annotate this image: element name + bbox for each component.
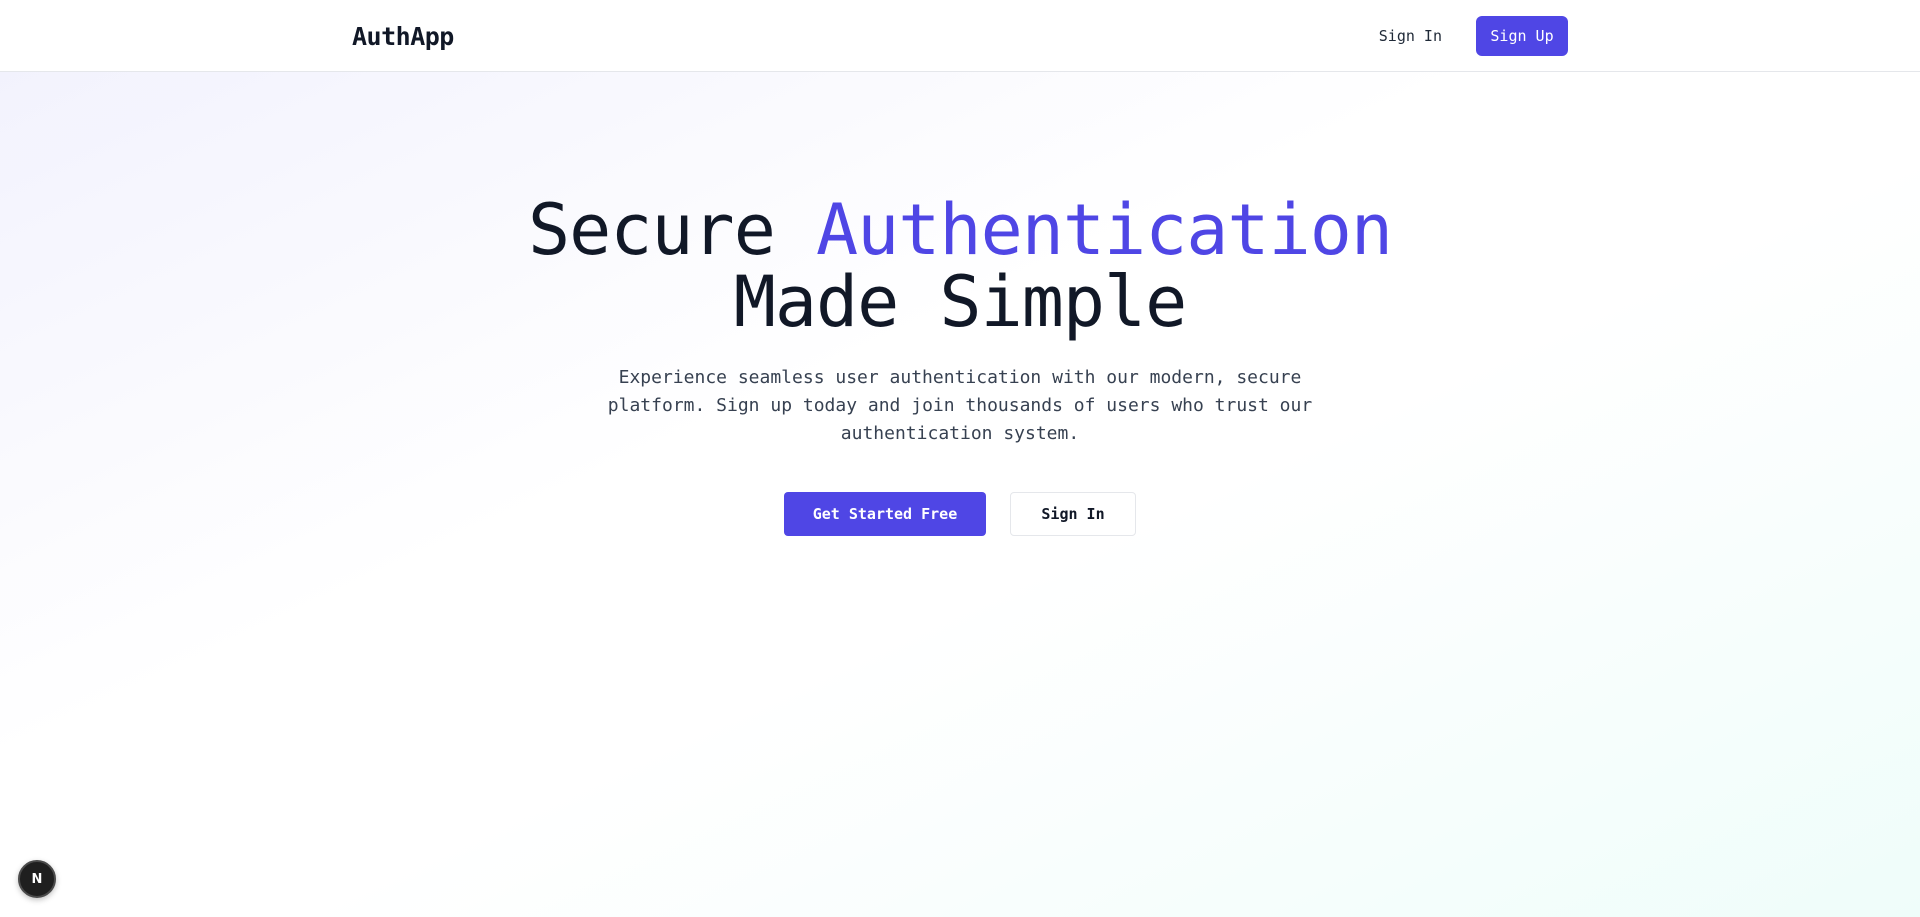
- hero-actions: Get Started Free Sign In: [0, 492, 1920, 536]
- nextjs-icon[interactable]: N: [18, 860, 56, 898]
- hero-title-part2: Made Simple: [733, 261, 1188, 343]
- hero-title-part1: Secure: [527, 189, 816, 271]
- nav-actions: Sign In Sign Up: [1363, 16, 1568, 56]
- dev-badge-letter: N: [31, 871, 43, 887]
- hero-section: Secure Authentication Made Simple Experi…: [0, 72, 1920, 536]
- navbar-inner: AuthApp Sign In Sign Up: [352, 0, 1568, 72]
- logo[interactable]: AuthApp: [352, 22, 454, 51]
- hero-subtitle: Experience seamless user authentication …: [607, 367, 1313, 444]
- get-started-button[interactable]: Get Started Free: [784, 492, 986, 536]
- hero-title-accent: Authentication: [816, 189, 1393, 271]
- hero-signin-button[interactable]: Sign In: [1010, 492, 1136, 536]
- signin-link[interactable]: Sign In: [1363, 17, 1458, 55]
- signup-button[interactable]: Sign Up: [1476, 16, 1568, 56]
- navbar: AuthApp Sign In Sign Up: [0, 0, 1920, 72]
- hero-title: Secure Authentication Made Simple: [0, 194, 1920, 338]
